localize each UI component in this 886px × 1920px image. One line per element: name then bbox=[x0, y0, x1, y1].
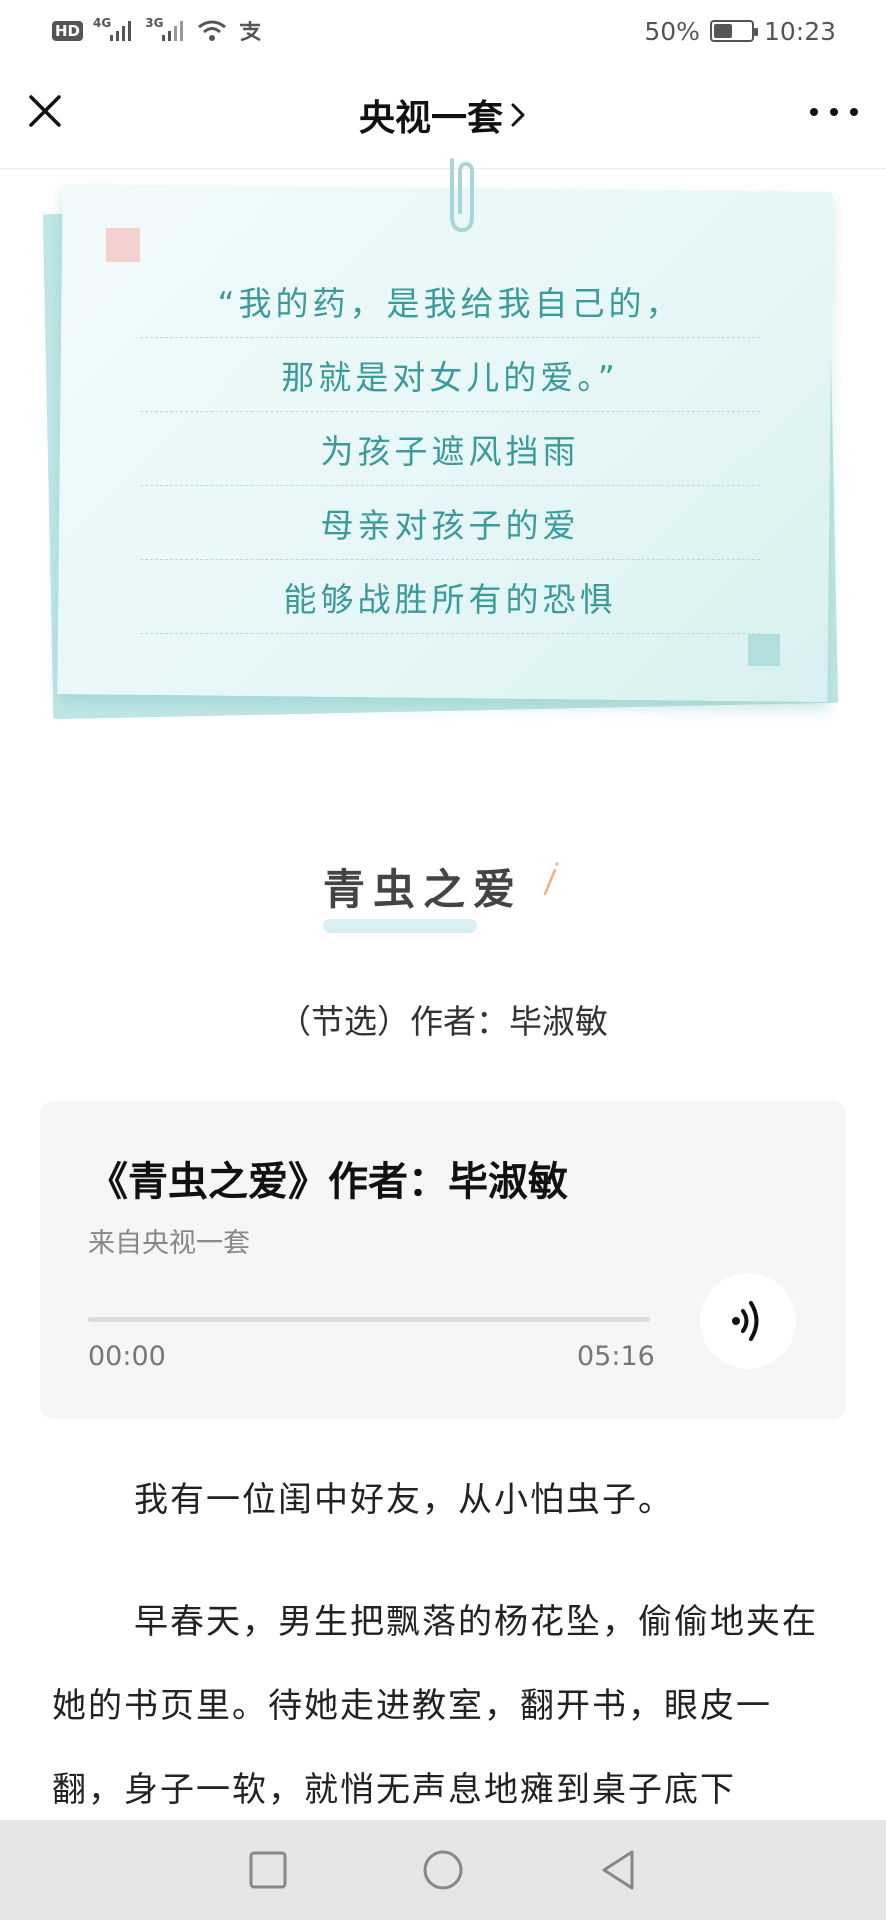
nav-bar: 央视一套 bbox=[0, 62, 886, 169]
recent-apps-button[interactable] bbox=[244, 1846, 292, 1894]
title-underline bbox=[322, 919, 477, 933]
audio-source: 来自央视一套 bbox=[88, 1228, 250, 1259]
recent-apps-icon bbox=[249, 1851, 287, 1889]
quote-line: 能够战胜所有的恐惧 bbox=[140, 560, 760, 634]
close-button[interactable] bbox=[24, 90, 66, 132]
pencil-spark-icon bbox=[543, 862, 559, 896]
battery-icon bbox=[709, 20, 758, 42]
home-button[interactable] bbox=[419, 1846, 467, 1894]
wifi-icon bbox=[197, 19, 227, 43]
decor-square bbox=[106, 228, 140, 262]
back-icon bbox=[602, 1850, 634, 1890]
quote-line: “我的药，是我给我自己的， bbox=[140, 264, 760, 338]
back-button[interactable] bbox=[594, 1846, 642, 1894]
decor-square bbox=[748, 634, 780, 666]
quote-line: 母亲对孩子的爱 bbox=[140, 486, 760, 560]
close-icon bbox=[29, 95, 61, 127]
article-title: 青虫之爱 bbox=[322, 856, 563, 933]
audio-play-button[interactable] bbox=[700, 1273, 796, 1369]
status-right: 50% 10:23 bbox=[644, 17, 836, 46]
audio-player-card[interactable]: 《青虫之爱》作者：毕淑敏 来自央视一套 00:00 05:16 bbox=[40, 1101, 846, 1419]
more-icon bbox=[810, 108, 818, 116]
audio-title: 《青虫之爱》作者：毕淑敏 bbox=[88, 1159, 568, 1205]
audio-time-total: 05:16 bbox=[577, 1341, 655, 1372]
battery-percent: 50% bbox=[644, 16, 700, 46]
article-paragraph: 早春天，男生把飘落的杨花坠，偷偷地夹在她的书页里。待她走进教室，翻开书，眼皮一翻… bbox=[52, 1602, 818, 1810]
home-icon bbox=[423, 1850, 463, 1890]
status-left: HD 4G 3G bbox=[52, 16, 263, 43]
article-subtitle: （节选）作者：毕淑敏 bbox=[278, 1002, 608, 1041]
hd-icon: HD bbox=[52, 21, 84, 41]
signal-icon: 3G bbox=[145, 16, 187, 43]
audio-play-icon bbox=[732, 1301, 759, 1341]
system-nav-bar bbox=[0, 1820, 886, 1920]
more-icon bbox=[850, 108, 858, 116]
status-time: 10:23 bbox=[763, 16, 836, 46]
alipay-icon bbox=[237, 19, 263, 43]
more-icon bbox=[830, 108, 838, 116]
account-title-link[interactable]: 央视一套 bbox=[359, 89, 527, 141]
signal-icon: 4G bbox=[93, 16, 135, 43]
network-label: 3G bbox=[145, 16, 164, 30]
status-bar: HD 4G 3G 50% 10:23 bbox=[0, 0, 886, 62]
paperclip-icon bbox=[450, 158, 474, 233]
audio-time-current: 00:00 bbox=[88, 1341, 166, 1372]
more-button[interactable] bbox=[810, 94, 858, 130]
network-label: 4G bbox=[93, 16, 112, 30]
battery-level bbox=[713, 24, 732, 38]
quote-lines: “我的药，是我给我自己的， 那就是对女儿的爱。” 为孩子遮风挡雨 母亲对孩子的爱… bbox=[140, 264, 760, 634]
quote-line: 那就是对女儿的爱。” bbox=[140, 338, 760, 412]
account-title: 央视一套 bbox=[358, 98, 503, 139]
audio-progress-bar[interactable] bbox=[88, 1317, 650, 1322]
article-title-text: 青虫之爱 bbox=[322, 865, 523, 914]
quote-card: “我的药，是我给我自己的， 那就是对女儿的爱。” 为孩子遮风挡雨 母亲对孩子的爱… bbox=[36, 158, 846, 738]
chevron-right-icon bbox=[511, 103, 525, 127]
quote-line: 为孩子遮风挡雨 bbox=[140, 412, 760, 486]
article-paragraph: 我有一位闺中好友，从小怕虫子。 bbox=[134, 1480, 674, 1520]
article-title-block: 青虫之爱 bbox=[0, 856, 886, 933]
